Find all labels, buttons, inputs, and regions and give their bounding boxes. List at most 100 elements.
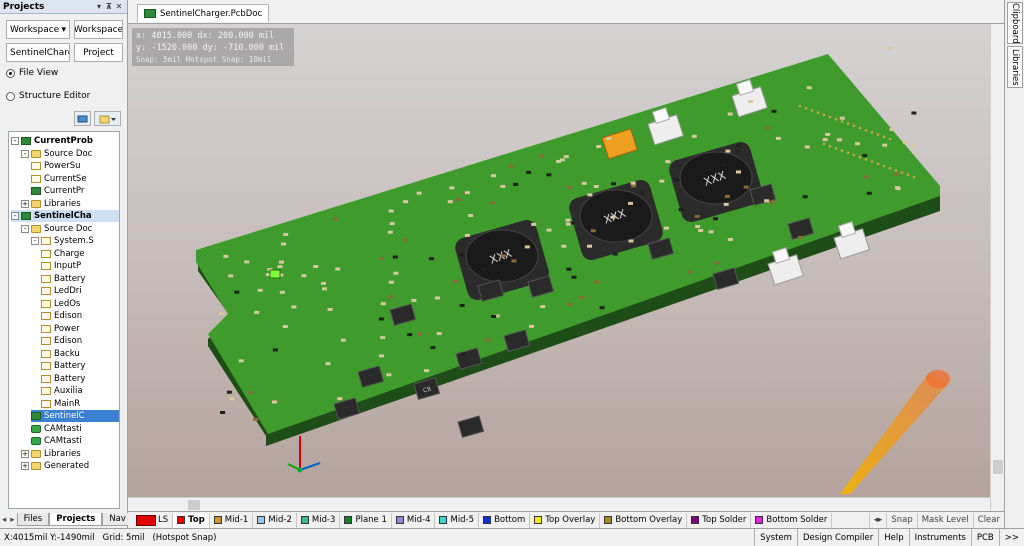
pcb-3d-viewport[interactable]: XXX XXX XXX C8 x: 4015.000 dx: 200.000 mil … — [128, 24, 990, 511]
tree-item[interactable]: - SentinelCha — [11, 210, 119, 222]
layer-color-swatch — [691, 516, 700, 524]
panel-menu-icon[interactable]: ▾ — [94, 2, 104, 11]
collapse-icon[interactable]: - — [11, 212, 19, 220]
layer-tab[interactable]: Top Overlay — [530, 512, 601, 528]
mask-level-button[interactable]: Mask Level — [916, 512, 973, 528]
layer-tab[interactable]: Mid-4 — [392, 512, 436, 528]
workspace-dropdown[interactable]: Workspace ▾ — [6, 20, 70, 39]
tree-item[interactable]: MainR — [41, 398, 119, 410]
layer-tab[interactable]: Top Solder — [687, 512, 752, 528]
tree-item[interactable]: SentinelC — [31, 410, 119, 422]
more-button[interactable]: >> — [998, 529, 1024, 546]
tab-scroll-right-icon[interactable]: ▸ — [8, 512, 16, 527]
tree-item[interactable]: Charge — [41, 248, 119, 260]
tab-scroll-left-icon[interactable]: ◂ — [0, 512, 8, 527]
tree-item[interactable]: Battery — [41, 360, 119, 372]
tree-item[interactable]: + Libraries — [21, 198, 119, 210]
vertical-scroll-thumb[interactable] — [993, 460, 1003, 474]
layer-tab[interactable]: Top — [173, 512, 210, 528]
vertical-scrollbar[interactable] — [990, 24, 1004, 511]
file-view-radio[interactable] — [6, 68, 15, 78]
tree-item[interactable]: Backu — [41, 348, 119, 360]
layer-tab[interactable]: Bottom Solder — [751, 512, 833, 528]
document-icon — [41, 299, 51, 308]
tree-item[interactable]: LedOs — [41, 298, 119, 310]
snap-button[interactable]: Snap — [886, 512, 916, 528]
clear-button[interactable]: Clear — [972, 512, 1004, 528]
tree-item[interactable]: Edison — [41, 335, 119, 347]
passive-component — [630, 181, 636, 185]
horizontal-scroll-thumb[interactable] — [188, 500, 200, 510]
passive-component — [546, 228, 552, 232]
tree-item[interactable]: CAMtasti — [31, 423, 119, 435]
pin-icon[interactable]: ⊼ — [104, 2, 114, 11]
tree-item[interactable]: - CurrentProb — [11, 135, 119, 147]
collapse-icon[interactable]: - — [21, 149, 29, 158]
tree-item[interactable]: CurrentSe — [31, 173, 119, 185]
horizontal-scrollbar[interactable] — [128, 497, 990, 511]
expand-icon[interactable]: + — [21, 462, 29, 470]
project-options-button[interactable] — [94, 111, 121, 126]
project-selector[interactable]: SentinelCharger — [6, 43, 70, 62]
design-compiler-button[interactable]: Design Compiler — [796, 529, 878, 546]
header-pin — [882, 164, 886, 168]
tree-item[interactable]: Battery — [41, 273, 119, 285]
tab-files[interactable]: Files — [16, 513, 50, 526]
tab-pcbdoc[interactable]: SentinelCharger.PcbDoc — [137, 4, 270, 22]
layer-scroll-icon[interactable]: ◂▸ — [868, 512, 887, 528]
layer-tab[interactable]: Mid-3 — [297, 512, 341, 528]
instruments-button[interactable]: Instruments — [908, 529, 971, 546]
tab-clipboard[interactable]: Clipboard — [1007, 2, 1023, 44]
tab-projects[interactable]: Projects — [49, 513, 103, 526]
tree-item[interactable]: InputP — [41, 260, 119, 272]
help-button[interactable]: Help — [878, 529, 908, 546]
tree-item[interactable]: Battery — [41, 373, 119, 385]
passive-component — [257, 288, 263, 292]
system-button[interactable]: System — [754, 529, 797, 546]
layer-tab[interactable]: Plane 1 — [340, 512, 392, 528]
layer-tab[interactable]: Bottom Overlay — [600, 512, 688, 528]
header-pin — [828, 144, 832, 148]
expand-icon[interactable]: + — [21, 199, 29, 208]
tree-item[interactable]: Auxilia — [41, 385, 119, 397]
layer-tab[interactable]: Mid-5 — [435, 512, 480, 528]
header-pin — [858, 126, 862, 130]
passive-component — [698, 229, 704, 232]
pcb-button[interactable]: PCB — [970, 529, 999, 546]
tree-item[interactable]: + Generated — [21, 460, 119, 472]
collapse-icon[interactable]: - — [21, 224, 29, 233]
project-button[interactable]: Project — [74, 43, 123, 62]
layer-tab-label: Mid-2 — [268, 515, 292, 525]
header-pin — [822, 113, 826, 117]
header-pin — [840, 120, 844, 123]
tree-item[interactable]: CAMtasti — [31, 435, 119, 447]
passive-component — [234, 290, 240, 294]
expand-icon[interactable]: + — [21, 449, 29, 458]
tree-item[interactable]: PowerSu — [31, 160, 119, 172]
close-icon[interactable]: ✕ — [114, 2, 124, 11]
tree-item[interactable]: + Libraries — [21, 448, 119, 460]
coord-line-x: x: 4015.000 dx: 200.000 mil — [136, 31, 275, 41]
tree-item[interactable]: Power — [41, 323, 119, 335]
workspace-button[interactable]: Workspace — [74, 20, 123, 39]
tree-item[interactable]: - System.S — [31, 235, 119, 247]
tree-item[interactable]: - Source Doc — [21, 223, 119, 235]
structure-editor-radio[interactable] — [6, 91, 15, 101]
tree-item[interactable]: CurrentPr — [31, 185, 119, 197]
passive-component — [452, 279, 458, 283]
layer-tab[interactable]: Mid-1 — [210, 512, 254, 528]
layer-set-button[interactable]: LS — [158, 512, 174, 528]
collapse-icon[interactable]: - — [31, 237, 39, 245]
tab-libraries[interactable]: Libraries — [1007, 46, 1023, 88]
current-layer-swatch[interactable] — [136, 514, 156, 526]
tree-item[interactable]: - Source Doc — [21, 148, 119, 160]
layer-tab[interactable]: Mid-2 — [253, 512, 297, 528]
project-tree[interactable]: - CurrentProb - Source Doc PowerSu CurrentSe C… — [8, 131, 120, 509]
structure-editor-option[interactable]: Structure Editor — [6, 91, 90, 101]
layer-tab[interactable]: Bottom — [479, 512, 531, 528]
refresh-project-icon[interactable] — [74, 111, 91, 126]
collapse-icon[interactable]: - — [11, 137, 19, 145]
file-view-option[interactable]: File View — [6, 68, 58, 78]
tree-item[interactable]: LedDri — [41, 285, 119, 297]
tree-item[interactable]: Edison — [41, 310, 119, 322]
